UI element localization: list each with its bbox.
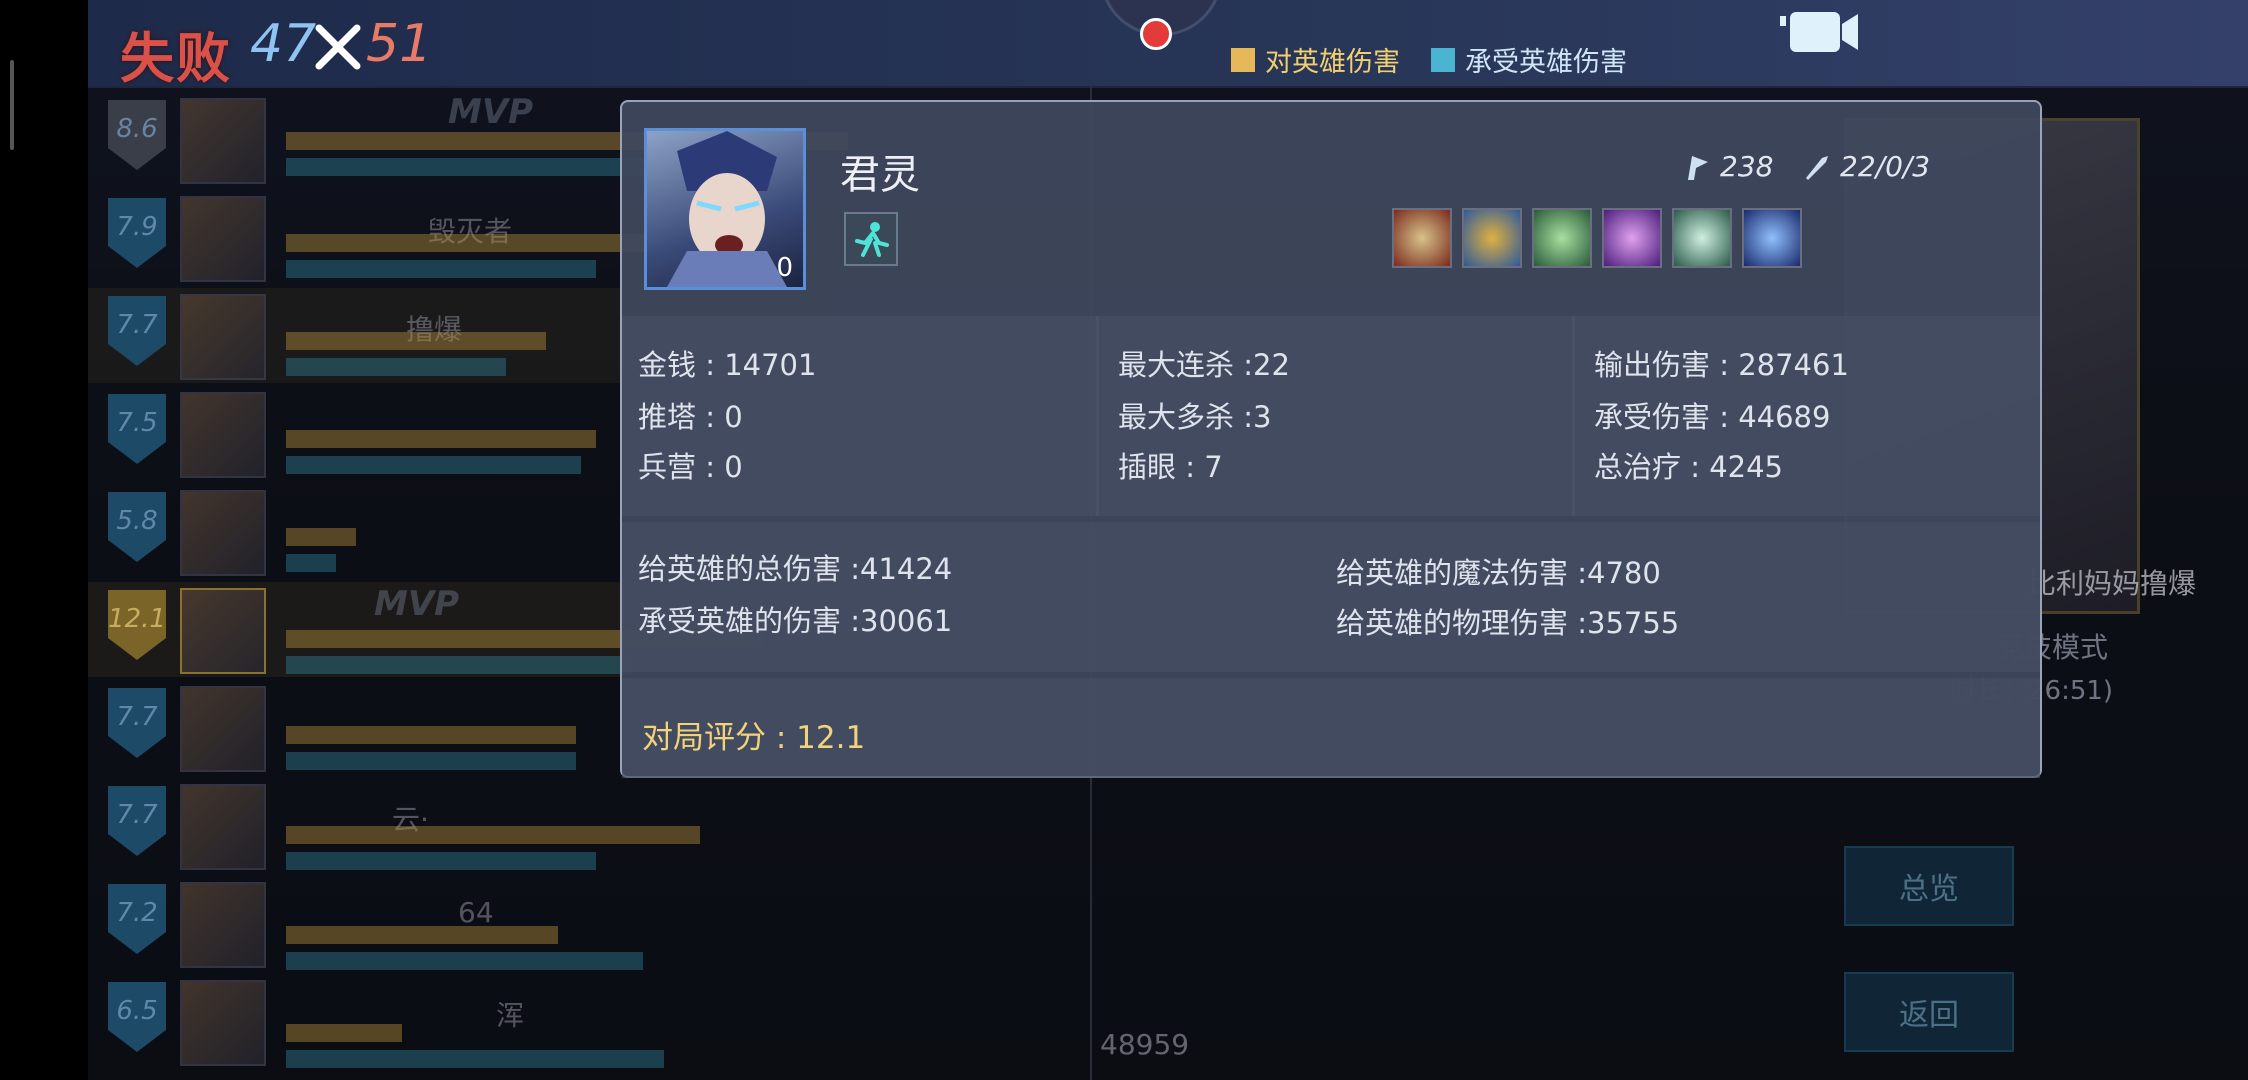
player-row[interactable]: 7.2 64 [88,876,828,971]
player-rating: 7.7 [116,310,158,340]
player-avatar [180,882,266,968]
sword-icon [1806,155,1828,180]
hero-level: 0 [776,253,793,283]
stat-a: 238 [1682,150,1773,183]
player-rating: 5.8 [116,506,158,536]
match-result: 失败 [120,27,232,90]
hero-total-damage-stat: 给英雄的总伤害 :41424 [638,552,953,586]
legend-swatch-dealt [1231,47,1255,72]
legend-damage-dealt: 对英雄伤害 [1231,40,1400,79]
hero-physical-damage-stat: 给英雄的物理伤害 :35755 [1336,606,1680,640]
player-rating: 7.7 [116,702,158,732]
damage-taken-bar [286,260,596,278]
player-avatar [180,196,266,282]
hero-name: 君灵 [840,152,920,198]
mvp-badge: MVP [448,92,534,132]
item-1-icon[interactable] [1392,208,1452,268]
team-score-right: 51 [366,14,433,74]
flag-icon [1688,155,1708,180]
towers-stat: 推塔 : 0 [638,400,743,434]
hero-damage-taken-stat: 承受英雄的伤害 :30061 [638,604,953,638]
player-avatar [180,392,266,478]
item-6-icon[interactable] [1742,208,1802,268]
item-2-icon[interactable] [1462,208,1522,268]
legend-label-taken: 承受英雄伤害 [1465,47,1627,78]
stat-a-value: 238 [1720,150,1774,183]
max-kill-streak-stat: 最大连杀 :22 [1118,348,1290,382]
damage-dealt-bar [286,926,558,944]
player-rating: 7.2 [116,898,158,928]
game-screen: 失败 47 51 对英雄伤害 承受英雄伤害 8.6 MVP 7.9 毁灭者 7.… [88,0,2248,1080]
match-rating: 对局评分 : 12.1 [642,720,866,756]
item-5-icon[interactable] [1672,208,1732,268]
damage-dealt-bar [286,430,596,448]
player-avatar [180,588,266,674]
wards-stat: 插眼 : 7 [1118,450,1223,484]
legend-label-dealt: 对英雄伤害 [1265,47,1400,78]
red-indicator-dot [1140,18,1172,50]
player-rating: 12.1 [108,604,166,634]
kda: 22/0/3 [1802,150,1930,183]
player-rating: 7.5 [116,408,158,438]
team-score-left: 47 [250,14,317,74]
equipment-list [1392,208,1802,268]
back-button[interactable]: 返回 [1844,972,2014,1052]
money-stat: 金钱 : 14701 [638,348,817,382]
damage-taken-bar [286,456,581,474]
legend-swatch-taken [1431,47,1455,72]
damage-dealt-bar [286,332,546,350]
total-healing-stat: 总治疗 : 4245 [1594,450,1784,484]
stats-section-hero-damage [622,522,2040,672]
player-avatar [180,686,266,772]
system-edge-handle [10,60,14,150]
overview-button[interactable]: 总览 [1844,846,2014,926]
damage-taken-bar [286,952,643,970]
kda-value: 22/0/3 [1840,150,1931,183]
player-avatar [180,784,266,870]
item-4-icon[interactable] [1602,208,1662,268]
right-player-name: 比利妈妈撸爆 [2028,567,2197,600]
player-avatar [180,98,266,184]
damage-dealt-bar [286,826,700,844]
player-rating: 6.5 [116,996,158,1026]
player-row[interactable]: 6.5 浑 [88,974,828,1069]
damage-taken-bar [286,554,336,572]
player-rating: 8.6 [116,114,158,144]
video-camera-icon[interactable] [1776,8,1866,56]
hero-magic-damage-stat: 给英雄的魔法伤害 :4780 [1336,556,1661,590]
damage-taken-bar [286,852,596,870]
bottom-value: 48959 [1100,1028,1190,1061]
mvp-badge: MVP [374,584,460,624]
hero-portrait: 0 [644,128,806,290]
player-rating: 7.7 [116,800,158,830]
player-rating: 7.9 [116,212,158,242]
barracks-stat: 兵营 : 0 [638,450,743,484]
player-name: 64 [458,896,494,929]
top-bar: 失败 47 51 对英雄伤害 承受英雄伤害 [88,0,2248,90]
player-row[interactable]: 7.7 云· [88,778,828,873]
damage-taken-bar [286,656,631,674]
damage-output-stat: 输出伤害 : 287461 [1594,348,1849,382]
player-avatar [180,980,266,1066]
player-avatar [180,294,266,380]
damage-taken-bar [286,358,506,376]
player-name: 浑 [496,999,525,1032]
player-detail-popup[interactable]: 0 君灵 238 22/0/3 金钱 : 14701 推塔: 0 兵营: 0… [620,100,2042,778]
damage-dealt-bar [286,528,356,546]
damage-taken-bar [286,752,576,770]
crossed-swords-icon [315,24,361,70]
max-multi-kill-stat: 最大多杀 :3 [1118,400,1272,434]
legend-damage-taken: 承受英雄伤害 [1431,40,1627,79]
damage-taken-stat: 承受伤害 : 44689 [1594,400,1831,434]
damage-taken-bar [286,1050,664,1068]
damage-dealt-bar [286,726,576,744]
item-3-icon[interactable] [1532,208,1592,268]
damage-dealt-bar [286,1024,402,1042]
player-avatar [180,490,266,576]
sprint-spell-icon [844,212,898,266]
